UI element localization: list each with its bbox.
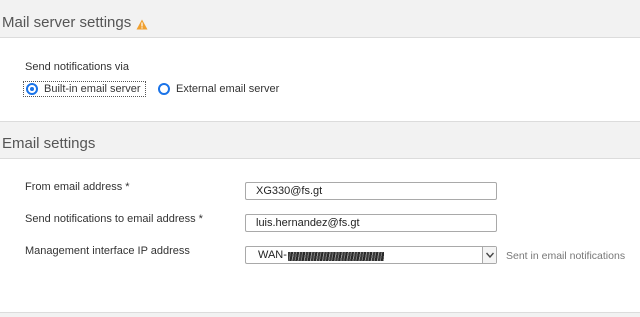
radio-builtin-label: Built-in email server: [44, 83, 141, 95]
mail-server-settings-title: Mail server settings: [2, 13, 132, 31]
mgmt-ip-label: Management interface IP address: [25, 245, 190, 257]
chevron-down-icon[interactable]: [482, 247, 496, 263]
radio-external-label: External email server: [176, 83, 280, 95]
to-email-input[interactable]: luis.hernandez@fs.gt: [245, 214, 497, 232]
email-settings-title: Email settings: [2, 134, 96, 152]
mail-server-settings-header: Mail server settings: [0, 13, 640, 31]
to-email-label: Send notifications to email address *: [25, 213, 203, 225]
from-email-label: From email address *: [25, 181, 130, 193]
send-via-label: Send notifications via: [25, 61, 129, 73]
radio-builtin-server[interactable]: Built-in email server: [23, 81, 146, 97]
redacted-scribble: [288, 252, 384, 261]
radio-button-builtin[interactable]: [26, 83, 38, 95]
radio-external-server[interactable]: External email server: [158, 83, 279, 95]
from-email-input[interactable]: XG330@fs.gt: [245, 182, 497, 200]
mgmt-ip-value: WAN-: [246, 249, 482, 261]
mgmt-ip-hint: Sent in email notifications: [506, 250, 626, 262]
email-settings-header: Email settings: [0, 134, 640, 152]
radio-button-external[interactable]: [158, 83, 170, 95]
warning-triangle-icon: [136, 17, 148, 29]
mgmt-ip-select[interactable]: WAN-: [245, 246, 497, 264]
email-settings-panel: From email address * XG330@fs.gt Send no…: [0, 158, 640, 313]
mail-server-panel: Send notifications via Built-in email se…: [0, 37, 640, 122]
